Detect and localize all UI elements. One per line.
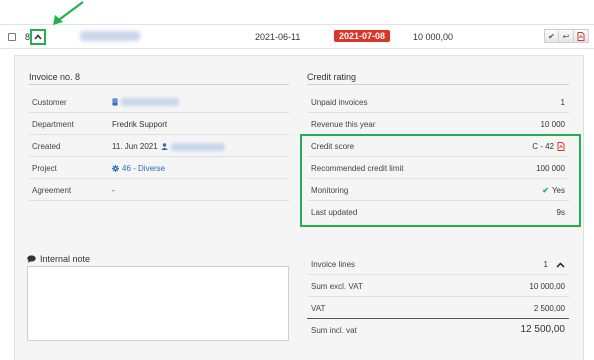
invoice-row[interactable]: 8 2021-06-11 2021-07-08 10 000,00 ✔ ↩ — [0, 24, 594, 49]
approve-button[interactable]: ✔ — [544, 29, 559, 43]
info-row-project: Project 46 - Diverse — [29, 157, 289, 179]
totals-row-vat: VAT 2 500,00 — [307, 297, 569, 319]
reply-icon: ↩ — [562, 31, 570, 41]
divider — [29, 84, 289, 85]
gear-icon — [112, 165, 119, 172]
totals-row-lines: Invoice lines 1 — [307, 253, 569, 275]
creator-link[interactable] — [170, 142, 225, 151]
comment-icon — [27, 255, 36, 263]
chevron-up-icon — [34, 34, 42, 40]
customer-link[interactable] — [121, 98, 179, 106]
collapse-toggle-button[interactable] — [30, 29, 46, 45]
invoice-date: 2021-06-11 — [255, 32, 301, 42]
internal-note-textarea[interactable] — [27, 266, 289, 341]
pdf-icon — [577, 31, 585, 41]
reply-button[interactable]: ↩ — [559, 29, 574, 43]
row-actions: ✔ ↩ — [544, 29, 589, 43]
info-row-department: Department Fredrik Support — [29, 113, 289, 135]
credit-row-unpaid: Unpaid invoices 1 — [307, 91, 569, 113]
building-icon — [112, 98, 118, 106]
credit-row-revenue: Revenue this year 10 000 — [307, 113, 569, 135]
info-row-agreement: Agreement - — [29, 179, 289, 201]
divider — [307, 84, 569, 85]
arrow-annotation-icon — [53, 1, 84, 25]
created-date: 11. Jun 2021 — [112, 142, 158, 151]
invoice-lines-count: 1 — [543, 260, 548, 269]
info-row-created: Created 11. Jun 2021 — [29, 135, 289, 157]
info-row-customer: Customer — [29, 91, 289, 113]
row-checkbox[interactable] — [8, 33, 16, 41]
chevron-up-icon[interactable] — [556, 261, 565, 268]
check-icon: ✔ — [548, 31, 555, 41]
credit-highlight-box — [300, 134, 581, 227]
totals-row-excl-vat: Sum excl. VAT 10 000,00 — [307, 275, 569, 297]
totals-row-incl-vat: Sum incl. vat 12 500,00 — [311, 324, 565, 335]
due-date-badge: 2021-07-08 — [334, 30, 391, 42]
user-icon — [160, 143, 168, 150]
project-link[interactable]: 46 - Diverse — [122, 164, 165, 173]
invoice-amount: 10 000,00 — [413, 32, 454, 42]
customer-link-redacted[interactable] — [80, 31, 140, 41]
pdf-button[interactable] — [574, 29, 589, 43]
internal-note-title: Internal note — [27, 254, 90, 264]
